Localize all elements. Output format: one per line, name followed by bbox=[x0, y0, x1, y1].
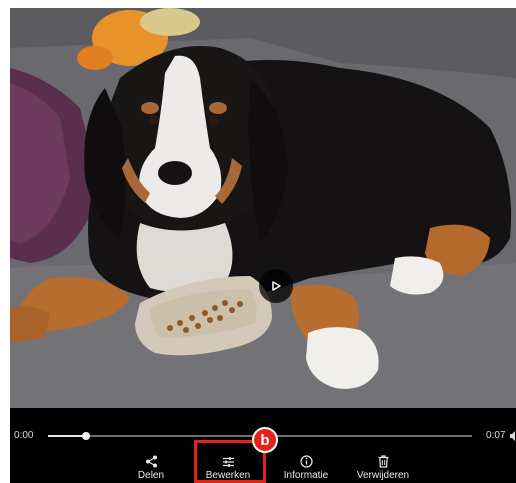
trash-icon bbox=[378, 454, 389, 469]
current-time: 0:00 bbox=[14, 430, 34, 441]
edit-button[interactable]: Bewerken bbox=[200, 454, 256, 481]
volume-icon[interactable] bbox=[510, 429, 516, 447]
play-icon bbox=[272, 281, 281, 291]
info-icon bbox=[299, 454, 313, 469]
action-bar: Delen Bewerken Informatie Verwijderen bbox=[10, 454, 516, 483]
delete-label: Verwijderen bbox=[356, 470, 410, 481]
share-button[interactable]: Delen bbox=[136, 454, 166, 481]
video-frame[interactable] bbox=[10, 8, 516, 408]
tune-sliders-icon bbox=[222, 454, 235, 469]
delete-button[interactable]: Verwijderen bbox=[350, 454, 416, 481]
info-label: Informatie bbox=[283, 470, 329, 481]
seek-bar-progress bbox=[48, 435, 87, 437]
share-icon bbox=[145, 454, 158, 469]
video-still-image bbox=[10, 8, 516, 408]
edit-label: Bewerken bbox=[205, 470, 251, 481]
share-label: Delen bbox=[137, 470, 165, 481]
annotation-badge: b bbox=[252, 427, 278, 453]
info-button[interactable]: Informatie bbox=[276, 454, 336, 481]
seek-handle[interactable] bbox=[82, 432, 91, 440]
duration: 0:07 bbox=[486, 430, 506, 441]
video-viewer: 0:00 0:07 Delen Bewerken Informatie Verw… bbox=[10, 8, 516, 483]
play-button[interactable] bbox=[259, 269, 293, 303]
